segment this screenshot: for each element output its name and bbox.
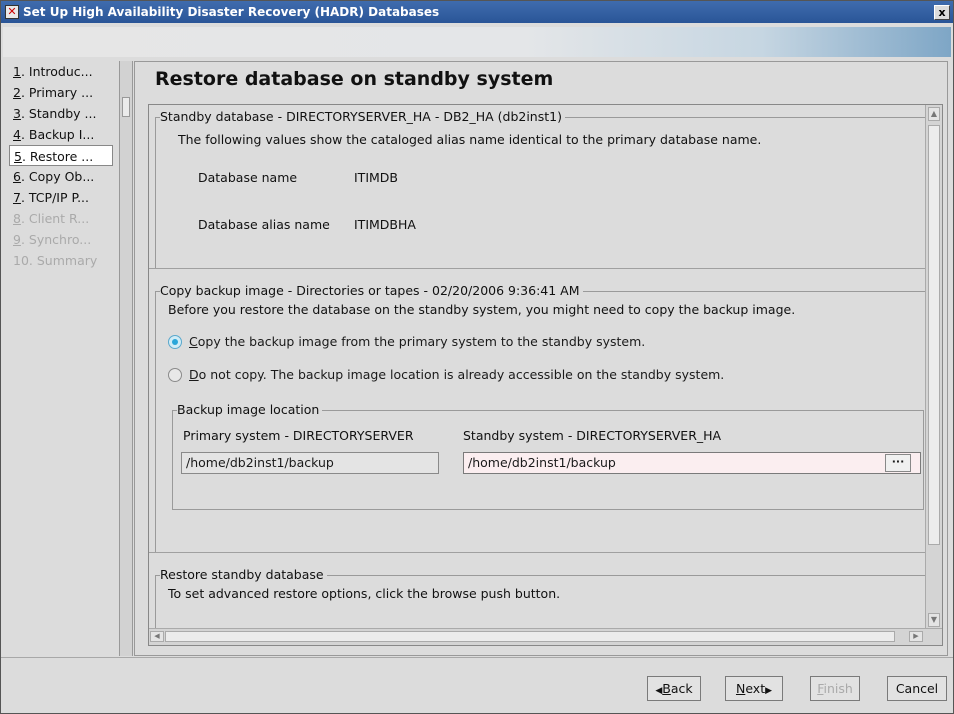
- nav-step-tcpip[interactable]: 7. TCP/IP P...: [9, 187, 119, 208]
- title-bar: ✕ Set Up High Availability Disaster Reco…: [1, 1, 953, 23]
- standby-description: The following values show the cataloged …: [178, 132, 762, 147]
- nav-step-synchronization: 9. Synchro...: [13, 232, 92, 247]
- scroll-up-arrow-icon[interactable]: ▲: [928, 107, 940, 121]
- location-group-legend: Backup image location: [177, 402, 323, 417]
- standby-location-input[interactable]: /home/db2inst1/backup: [463, 452, 921, 474]
- primary-system-label: Primary system - DIRECTORYSERVER: [183, 428, 414, 443]
- scroll-left-arrow-icon[interactable]: ◀: [150, 631, 164, 642]
- nav-step-standby[interactable]: 3. Standby ...: [9, 103, 119, 124]
- nav-step-restore[interactable]: 5. Restore ...: [9, 145, 113, 166]
- do-not-copy-radio[interactable]: [168, 367, 182, 382]
- page-title: Restore database on standby system: [155, 68, 554, 90]
- nav-step-primary[interactable]: 2. Primary ...: [9, 82, 119, 103]
- nav-splitter-scrollbar[interactable]: [119, 61, 133, 656]
- restore-group-legend: Restore standby database: [160, 567, 327, 582]
- copy-image-radio[interactable]: [168, 334, 182, 349]
- cancel-button[interactable]: Cancel: [887, 676, 947, 701]
- do-not-copy-label[interactable]: Do not copy. The backup image location i…: [189, 367, 724, 382]
- wizard-steps-nav: 1. Introduc... 2. Primary ... 3. Standby…: [9, 61, 119, 656]
- hadr-wizard-window: ✕ Set Up High Availability Disaster Reco…: [0, 0, 954, 714]
- browse-location-button[interactable]: ···: [885, 454, 911, 472]
- copy-description: Before you restore the database on the s…: [168, 302, 796, 317]
- finish-button: Finish: [810, 676, 860, 701]
- nav-step-introduction[interactable]: 1. Introduc...: [9, 61, 119, 82]
- database-alias-label: Database alias name: [198, 217, 330, 232]
- nav-step-client-reroute: 8. Client R...: [13, 211, 90, 226]
- vertical-scrollbar[interactable]: ▲ ▼: [925, 105, 942, 629]
- scroll-down-arrow-icon[interactable]: ▼: [928, 613, 940, 627]
- back-button[interactable]: ◀Back: [647, 676, 701, 701]
- window-title: Set Up High Availability Disaster Recove…: [23, 5, 440, 19]
- backup-image-location-group: Backup image location Primary system - D…: [172, 402, 924, 510]
- do-not-copy-option[interactable]: Do not copy. The backup image location i…: [168, 367, 724, 382]
- vertical-scroll-thumb[interactable]: [928, 125, 940, 545]
- app-icon: ✕: [5, 5, 19, 19]
- header-banner: [3, 27, 951, 57]
- horizontal-scroll-thumb[interactable]: [165, 631, 895, 642]
- horizontal-scrollbar[interactable]: ◀ ▶: [149, 628, 942, 645]
- wizard-footer: ◀Back Next▶ Finish Cancel: [1, 657, 953, 713]
- close-button[interactable]: x: [934, 4, 950, 20]
- standby-database-group: Standby database - DIRECTORYSERVER_HA - …: [155, 109, 927, 269]
- copy-image-label[interactable]: Copy the backup image from the primary s…: [189, 334, 645, 349]
- content-scroll-area: Standby database - DIRECTORYSERVER_HA - …: [148, 104, 943, 646]
- standby-group-legend: Standby database - DIRECTORYSERVER_HA - …: [160, 109, 565, 124]
- nav-step-backup[interactable]: 4. Backup I...: [9, 124, 119, 145]
- copy-image-option[interactable]: Copy the backup image from the primary s…: [168, 334, 645, 349]
- database-alias-value: ITIMDBHA: [354, 217, 416, 232]
- copy-group-legend: Copy backup image - Directories or tapes…: [160, 283, 583, 298]
- nav-step-copy-objects[interactable]: 6. Copy Ob...: [9, 166, 119, 187]
- content-panel: Restore database on standby system Stand…: [134, 61, 948, 656]
- nav-step-summary: 10. Summary: [13, 253, 98, 268]
- restore-description: To set advanced restore options, click t…: [168, 586, 561, 601]
- section-divider-1: [149, 268, 927, 269]
- next-arrow-icon: ▶: [765, 686, 773, 696]
- scroll-right-arrow-icon[interactable]: ▶: [909, 631, 923, 642]
- nav-scroll-thumb[interactable]: [122, 97, 130, 117]
- standby-system-label: Standby system - DIRECTORYSERVER_HA: [463, 428, 722, 443]
- next-button[interactable]: Next▶: [725, 676, 783, 701]
- section-divider-2: [149, 552, 927, 553]
- database-name-label: Database name: [198, 170, 298, 185]
- database-name-value: ITIMDB: [354, 170, 398, 185]
- restore-standby-group: Restore standby database To set advanced…: [155, 567, 927, 635]
- primary-location-field: /home/db2inst1/backup: [181, 452, 439, 474]
- copy-backup-image-group: Copy backup image - Directories or tapes…: [155, 283, 927, 553]
